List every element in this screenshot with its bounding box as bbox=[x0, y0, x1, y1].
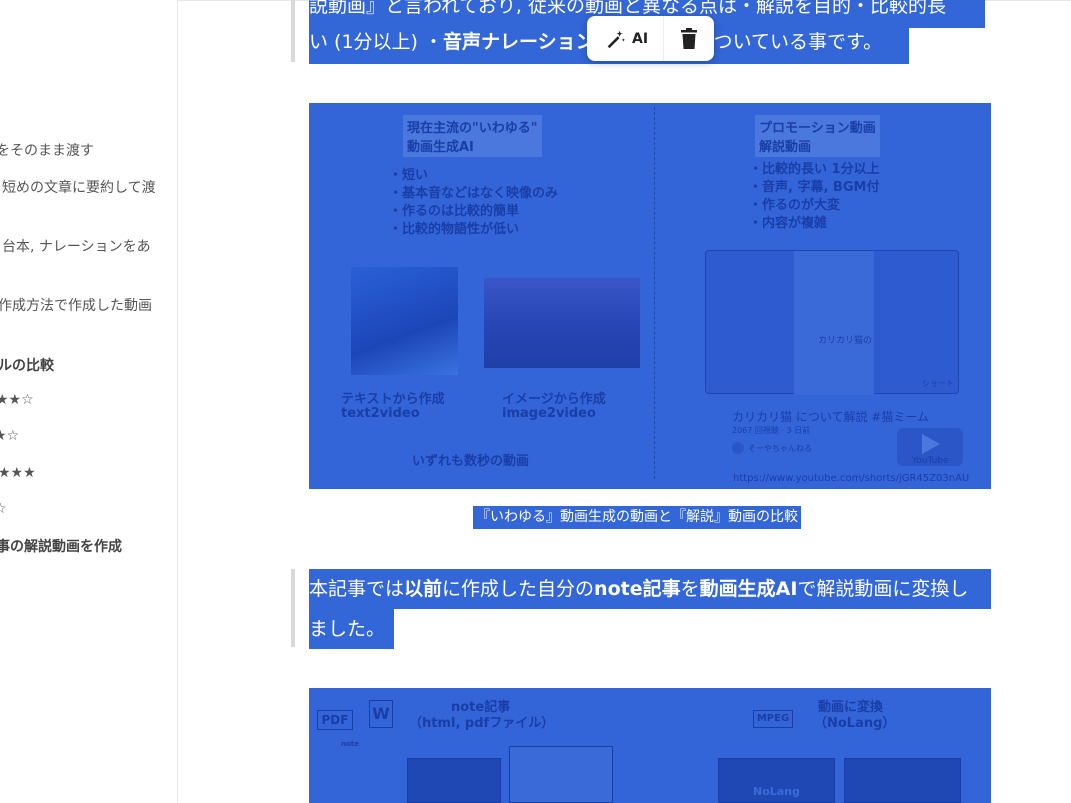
youtube-wordmark: YouTube bbox=[912, 456, 949, 466]
underwater-cat-image bbox=[351, 267, 458, 375]
youtube-logo: YouTube bbox=[897, 428, 963, 466]
bullet-item: ・作るのは比較的簡単 bbox=[389, 204, 520, 219]
quote-bar bbox=[291, 569, 295, 647]
video-title: カリカリ猫 について解説 #猫ミーム bbox=[732, 410, 929, 424]
video-url: https://www.youtube.com/shorts/jGR45Z03n… bbox=[733, 473, 970, 484]
fireworks-image bbox=[484, 278, 640, 368]
text-span: 本記事では bbox=[309, 578, 405, 600]
left-bullet-list: ・短い ・基本音などはなく映像のみ ・作るのは比較的簡単 ・比較的物語性が低い bbox=[389, 167, 558, 239]
article-thumbnail bbox=[407, 758, 501, 803]
paragraph-line[interactable]: 本記事では以前に作成した自分のnote記事を動画生成AIで解説動画に変換し bbox=[309, 569, 991, 609]
video-overlay-text: カリカリ猫の bbox=[818, 336, 873, 346]
text-span: がついている事です。 bbox=[694, 31, 883, 53]
nolang-label: NoLang bbox=[753, 785, 800, 798]
toc-item[interactable]: をそのまま渡す bbox=[0, 140, 94, 160]
left-title-line: 動画生成AI bbox=[407, 140, 474, 155]
toc-item[interactable]: ★★★ bbox=[0, 465, 36, 481]
right-bullet-list: ・比較的長い 1分以上 ・音声, 字幕, BGM付 ・作るのが大変 ・内容が複雑 bbox=[749, 161, 880, 233]
article-preview bbox=[509, 746, 613, 803]
youtube-preview: カリカリ猫の ショート bbox=[705, 250, 959, 395]
bullet-item: ・基本音などはなく映像のみ bbox=[389, 186, 559, 201]
note-logo: note bbox=[341, 740, 359, 748]
left-title-line: 現在主流の"いわゆる" bbox=[407, 121, 538, 136]
bullet-item: ・作るのが大変 bbox=[749, 198, 841, 213]
right-title-line: プロモーション動画 bbox=[759, 121, 876, 136]
ai-label: AI bbox=[632, 30, 649, 47]
figure-divider bbox=[654, 107, 655, 479]
toc-item[interactable]: ☆ bbox=[0, 501, 7, 517]
right-title-box: プロモーション動画 解説動画 bbox=[755, 115, 880, 157]
bullet-item: ・内容が複雑 bbox=[749, 216, 828, 231]
word-icon: W bbox=[369, 700, 393, 728]
text-span: を bbox=[680, 578, 700, 600]
few-seconds-note: いずれも数秒の動画 bbox=[412, 454, 530, 469]
shorts-badge: ショート bbox=[922, 379, 954, 388]
table-of-contents: をそのまま渡す 短めの文章に要約して渡 台本, ナレーションをあ 作成方法で作成… bbox=[0, 0, 178, 803]
bold-text-span: note記事 bbox=[594, 578, 681, 600]
toc-item[interactable]: ルの比較 bbox=[0, 355, 54, 375]
bullet-item: ・短い bbox=[389, 168, 429, 183]
bullet-item: ・比較的物語性が低い bbox=[389, 222, 520, 237]
toc-item[interactable]: ★★☆ bbox=[0, 392, 34, 408]
text-span: い (1分以上) ・ bbox=[309, 31, 443, 53]
selection-toolbar: AI bbox=[587, 16, 714, 61]
note-article-subtitle: （html, pdfファイル） bbox=[409, 716, 555, 731]
image2video-label: image2video bbox=[502, 406, 596, 421]
mpeg-icon: MPEG bbox=[753, 710, 793, 728]
toc-item[interactable]: 事の解説動画を作成 bbox=[0, 536, 122, 556]
channel-avatar bbox=[732, 442, 744, 454]
bullet-item: ・比較的長い 1分以上 bbox=[749, 162, 880, 177]
bold-text-span: 動画生成AI bbox=[699, 578, 798, 600]
quote-bar bbox=[291, 0, 295, 62]
video-thumbnail bbox=[844, 758, 961, 803]
text-span: に作成した自分の bbox=[442, 578, 595, 600]
text2video-label: テキストから作成 bbox=[341, 392, 445, 407]
channel-name: そーやちゃんねる bbox=[748, 443, 812, 453]
bullet-item: ・音声, 字幕, BGM付 bbox=[749, 180, 880, 195]
paragraph-line[interactable]: ました。 bbox=[309, 609, 394, 649]
delete-button[interactable] bbox=[664, 27, 714, 50]
cat-video-frame bbox=[794, 251, 874, 395]
workflow-figure[interactable]: PDF W note note記事 （html, pdfファイル） MPEG 動… bbox=[309, 688, 991, 803]
toc-item[interactable]: 作成方法で作成した動画 bbox=[0, 295, 152, 315]
trash-icon bbox=[681, 27, 697, 49]
image2video-label: イメージから作成 bbox=[502, 392, 606, 407]
toc-item[interactable]: 短めの文章に要約して渡 bbox=[2, 177, 156, 197]
comparison-figure[interactable]: 現在主流の"いわゆる" 動画生成AI ・短い ・基本音などはなく映像のみ ・作る… bbox=[309, 103, 991, 489]
text-span: で解説動画に変換し bbox=[797, 578, 969, 600]
magic-wand-icon bbox=[607, 30, 626, 48]
figure-caption[interactable]: 『いわゆる』動画生成の動画と『解説』動画の比較 bbox=[473, 506, 801, 529]
left-title-box: 現在主流の"いわゆる" 動画生成AI bbox=[403, 115, 542, 157]
video-thumbnail: NoLang bbox=[718, 758, 835, 803]
convert-subtitle: （NoLang） bbox=[814, 716, 896, 731]
toc-item[interactable]: 台本, ナレーションをあ bbox=[2, 236, 151, 256]
toc-item[interactable]: ★☆ bbox=[0, 428, 19, 444]
ai-button[interactable]: AI bbox=[587, 28, 663, 50]
text2video-label: text2video bbox=[341, 406, 420, 421]
bold-text-span: 以前 bbox=[404, 578, 443, 600]
channel-row: そーやちゃんねる bbox=[732, 442, 812, 454]
right-title-line: 解説動画 bbox=[759, 140, 812, 155]
pdf-icon: PDF bbox=[317, 710, 353, 730]
video-meta: 2067 回視聴 · 3 日前 bbox=[732, 426, 811, 435]
bold-text-span: 音声ナレーション bbox=[443, 31, 595, 53]
